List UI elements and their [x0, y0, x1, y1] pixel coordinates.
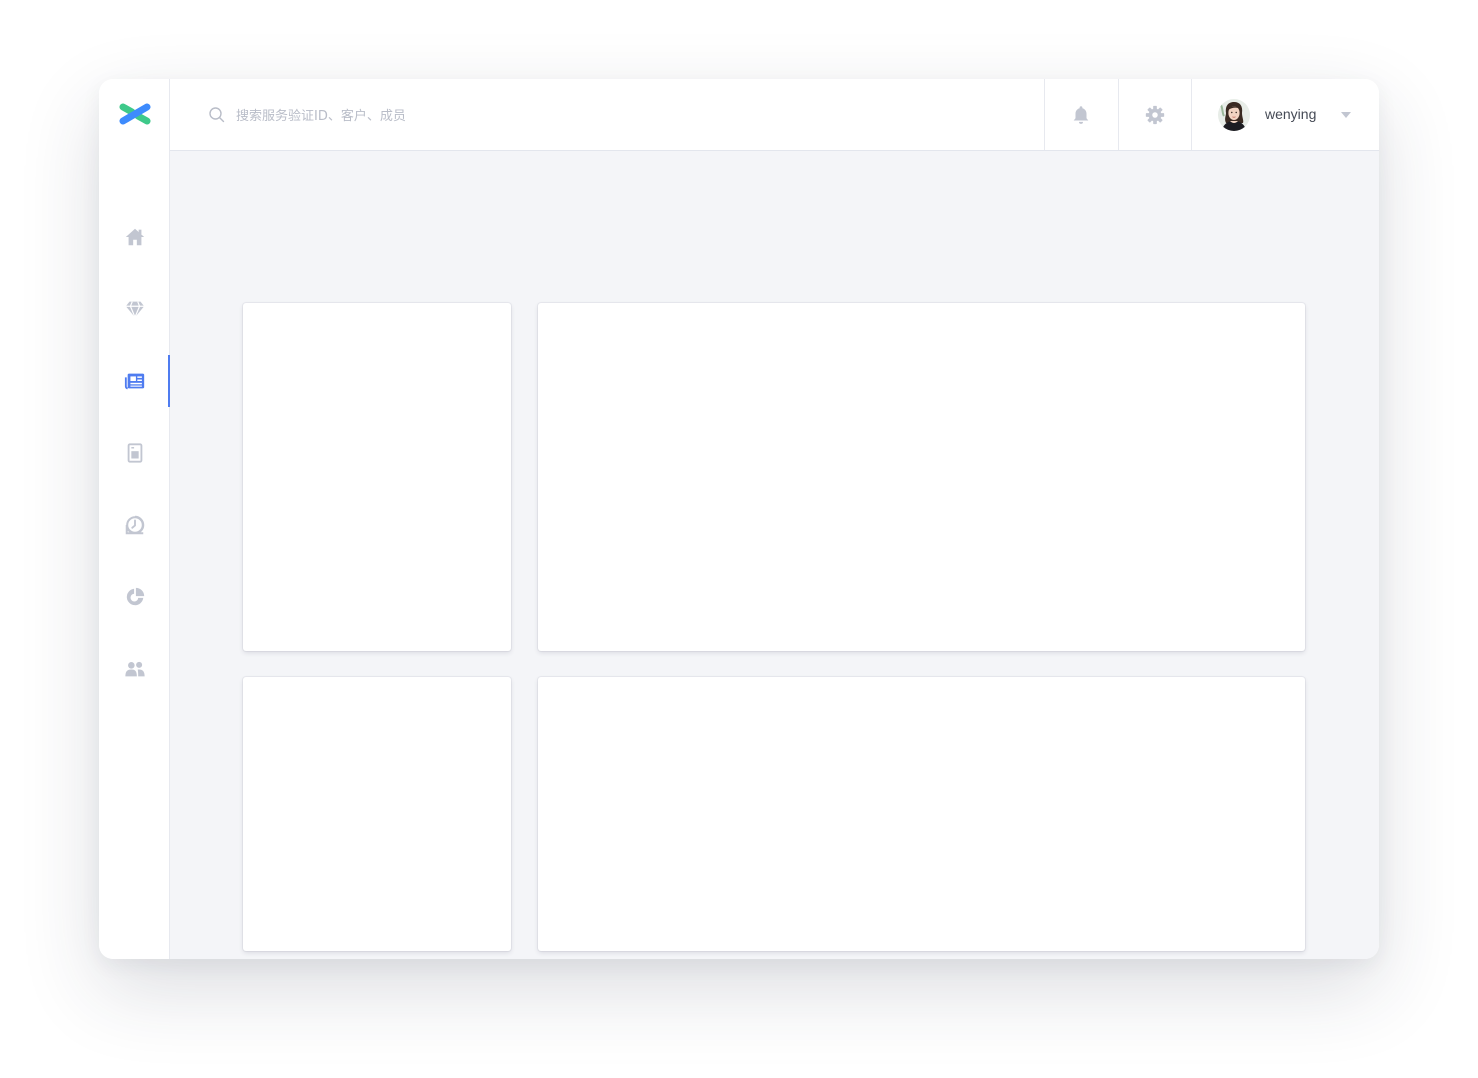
search-input[interactable]: [234, 103, 938, 129]
sidebar-item-document[interactable]: [99, 427, 170, 479]
app-logo[interactable]: [119, 101, 151, 127]
pie-chart-icon: [126, 587, 144, 606]
sidebar-item-clock[interactable]: [99, 499, 170, 551]
user-menu[interactable]: wenying: [1191, 79, 1379, 150]
clock-icon: [125, 515, 144, 535]
sidebar: [99, 79, 171, 959]
document-icon: [127, 443, 142, 463]
gear-icon: [1145, 105, 1165, 124]
settings-button[interactable]: [1118, 79, 1191, 150]
sidebar-item-news[interactable]: [99, 355, 171, 407]
card-top-left: [243, 303, 511, 651]
diamond-icon: [125, 301, 144, 319]
sidebar-item-users[interactable]: [99, 643, 170, 695]
sidebar-item-diamond[interactable]: [99, 283, 170, 335]
sidebar-item-home[interactable]: [99, 211, 170, 263]
bell-icon: [1073, 105, 1089, 124]
search-icon: [209, 107, 225, 123]
newspaper-icon: [124, 373, 144, 390]
home-icon: [125, 228, 144, 246]
card-top-right: [538, 303, 1305, 651]
notifications-button[interactable]: [1044, 79, 1117, 150]
username: wenying: [1265, 106, 1317, 122]
card-bottom-left: [243, 677, 511, 951]
main-content: [170, 151, 1379, 959]
chevron-down-icon: [1341, 112, 1351, 118]
users-icon: [124, 661, 145, 677]
app-window: wenying: [99, 79, 1379, 959]
avatar: [1218, 99, 1250, 131]
sidebar-item-pie-chart[interactable]: [99, 571, 170, 623]
card-bottom-right: [538, 677, 1305, 951]
top-header: wenying: [170, 79, 1379, 151]
